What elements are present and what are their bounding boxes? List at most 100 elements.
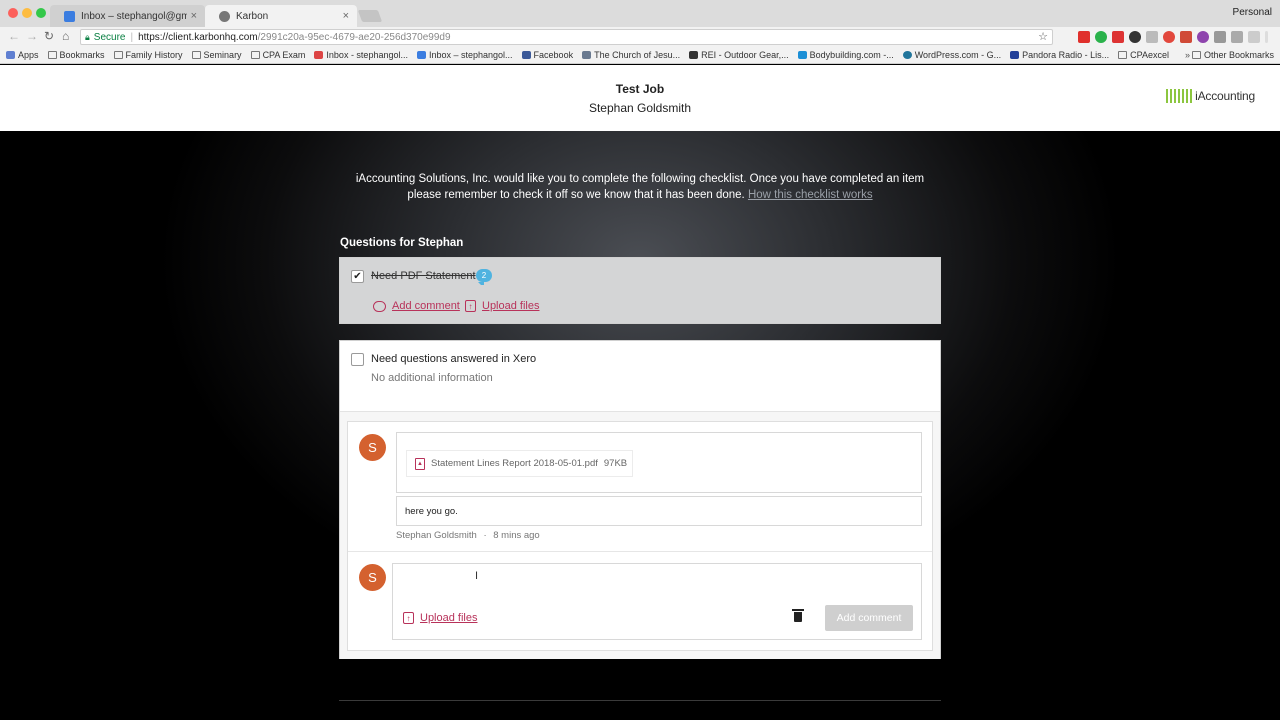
bookmark-item[interactable]: Family History — [113, 50, 183, 60]
gmail-icon — [64, 10, 75, 22]
checklist-item: Need questions answered in Xero No addit… — [339, 340, 941, 659]
comment-message: here you go. — [396, 496, 922, 526]
back-icon[interactable]: ← — [8, 29, 20, 43]
bookmark-item[interactable]: Bookmarks — [47, 50, 105, 60]
client-name: Stephan Goldsmith — [588, 101, 692, 115]
minimize-window-icon[interactable] — [22, 8, 32, 18]
dark-extension-icon[interactable] — [1129, 31, 1141, 43]
bookmark-item[interactable]: CPA Exam — [250, 50, 305, 60]
pandora-icon — [1010, 51, 1020, 59]
extensions-bar — [1078, 31, 1268, 43]
purple-extension-icon[interactable] — [1197, 31, 1209, 43]
item-checkbox[interactable] — [351, 353, 364, 366]
comment-compose-box[interactable]: I ↑ Upload files Add comment — [392, 563, 922, 640]
iaccounting-logo-icon — [1166, 89, 1193, 103]
upload-files-link[interactable]: ↑ Upload files — [465, 300, 539, 312]
folder-icon — [250, 51, 260, 59]
bookmark-item[interactable]: Inbox – stephangol... — [416, 50, 513, 60]
bookmark-item[interactable]: WordPress.com - G... — [902, 50, 1001, 60]
item-checkbox[interactable]: ✔ — [351, 270, 364, 283]
folder-icon — [47, 51, 57, 59]
section-title: Questions for Stephan — [340, 237, 464, 249]
grey-extension-icon[interactable] — [1146, 31, 1158, 43]
bookmark-item[interactable]: The Church of Jesu... — [582, 50, 680, 60]
item-title[interactable]: Need questions answered in Xero — [371, 353, 536, 365]
divider — [348, 551, 932, 552]
bookmarks-bar: Apps Bookmarks Family History Seminary C… — [0, 47, 1280, 64]
checklist-main: iAccounting Solutions, Inc. would like y… — [0, 131, 1280, 720]
avatar: S — [359, 564, 386, 591]
comment-count-badge[interactable]: 2 — [476, 269, 492, 285]
wordpress-icon — [902, 51, 912, 59]
tab-karbon[interactable]: Karbon × — [205, 5, 357, 27]
menu-icon[interactable] — [1265, 31, 1268, 43]
divider — [339, 700, 941, 701]
bookmark-item[interactable]: REI - Outdoor Gear,... — [689, 50, 789, 60]
avatar: S — [359, 434, 386, 461]
extension-icon[interactable] — [1231, 31, 1243, 43]
item-title[interactable]: Need PDF Statement — [371, 270, 476, 282]
address-bar[interactable]: 🔒︎ Secure | https://client.karbonhq.com … — [80, 29, 1053, 45]
folder-icon — [191, 51, 201, 59]
add-comment-button[interactable]: Add comment — [825, 605, 913, 631]
folder-icon — [1191, 51, 1201, 59]
pdf-icon: ▲ — [415, 457, 425, 470]
comments-panel: S ▲ Statement Lines Report 2018-05-01.pd… — [347, 421, 933, 651]
trash-icon[interactable] — [792, 609, 804, 622]
upload-files-link[interactable]: ↑ Upload files — [403, 612, 477, 624]
comment-meta: Stephan Goldsmith · 8 mins ago — [396, 530, 540, 541]
browser-tab-bar: Inbox – stephangol@gmail.com × Karbon × … — [0, 0, 1280, 27]
pocket-icon[interactable] — [1112, 31, 1124, 43]
bookmark-item[interactable]: Inbox - stephangol... — [314, 50, 408, 60]
add-comment-link[interactable]: Add comment — [373, 300, 460, 312]
lock-icon: 🔒︎ — [85, 31, 90, 42]
bookmark-item[interactable]: Bodybuilding.com -... — [797, 50, 894, 60]
bookmark-item[interactable]: Pandora Radio - Lis... — [1010, 50, 1109, 60]
karbon-icon — [219, 10, 230, 22]
tab-inbox[interactable]: Inbox – stephangol@gmail.com × — [50, 5, 205, 27]
bookmark-item[interactable]: Facebook — [521, 50, 573, 60]
text-cursor-icon: I — [475, 570, 479, 582]
item-info: No additional information — [371, 372, 493, 384]
grammarly-icon[interactable] — [1163, 31, 1175, 43]
bookmark-star-icon[interactable]: ☆ — [1038, 30, 1048, 43]
red-extension-icon[interactable] — [1180, 31, 1192, 43]
comments-area: S ▲ Statement Lines Report 2018-05-01.pd… — [340, 411, 940, 659]
upload-icon: ↑ — [465, 300, 476, 312]
bookmark-item[interactable]: CPAexcel — [1118, 50, 1169, 60]
how-checklist-works-link[interactable]: How this checklist works — [748, 189, 873, 201]
close-tab-icon[interactable]: × — [191, 10, 197, 22]
bookmark-item[interactable]: Apps — [6, 50, 39, 60]
attached-file[interactable]: ▲ Statement Lines Report 2018-05-01.pdf … — [406, 450, 633, 477]
lastpass-icon[interactable] — [1078, 31, 1090, 43]
extension-icon[interactable] — [1214, 31, 1226, 43]
reload-icon[interactable]: ↻ — [44, 29, 54, 43]
bodybuilding-icon — [797, 51, 807, 59]
close-tab-icon[interactable]: × — [343, 10, 349, 22]
close-window-icon[interactable] — [8, 8, 18, 18]
home-icon[interactable]: ⌂ — [62, 29, 69, 43]
maximize-window-icon[interactable] — [36, 8, 46, 18]
bookmark-item[interactable]: Seminary — [191, 50, 242, 60]
forward-icon[interactable]: → — [26, 29, 38, 43]
church-icon — [582, 51, 592, 59]
comment-icon — [373, 300, 386, 312]
profile-name[interactable]: Personal — [1233, 7, 1272, 18]
rei-icon — [689, 51, 699, 59]
page-header: Test Job Stephan Goldsmith iAccounting — [0, 65, 1280, 131]
facebook-icon — [521, 51, 531, 59]
intro-text: iAccounting Solutions, Inc. would like y… — [355, 173, 925, 201]
page-icon — [1118, 51, 1128, 59]
folder-icon — [113, 51, 123, 59]
apps-grid-icon — [6, 51, 15, 59]
checklist-item: ✔ Need PDF Statement 2 Add comment ↑ Upl… — [339, 257, 941, 324]
inbox-icon — [416, 51, 426, 59]
brand-logo: iAccounting — [1166, 89, 1255, 103]
job-title: Test Job — [615, 82, 665, 96]
more-bookmarks-button[interactable]: » — [1185, 50, 1190, 60]
extension-icon[interactable] — [1248, 31, 1260, 43]
other-bookmarks-folder[interactable]: Other Bookmarks — [1191, 50, 1274, 60]
green-extension-icon[interactable] — [1095, 31, 1107, 43]
new-tab-button[interactable] — [357, 10, 383, 22]
attachment-box: ▲ Statement Lines Report 2018-05-01.pdf … — [396, 432, 922, 493]
